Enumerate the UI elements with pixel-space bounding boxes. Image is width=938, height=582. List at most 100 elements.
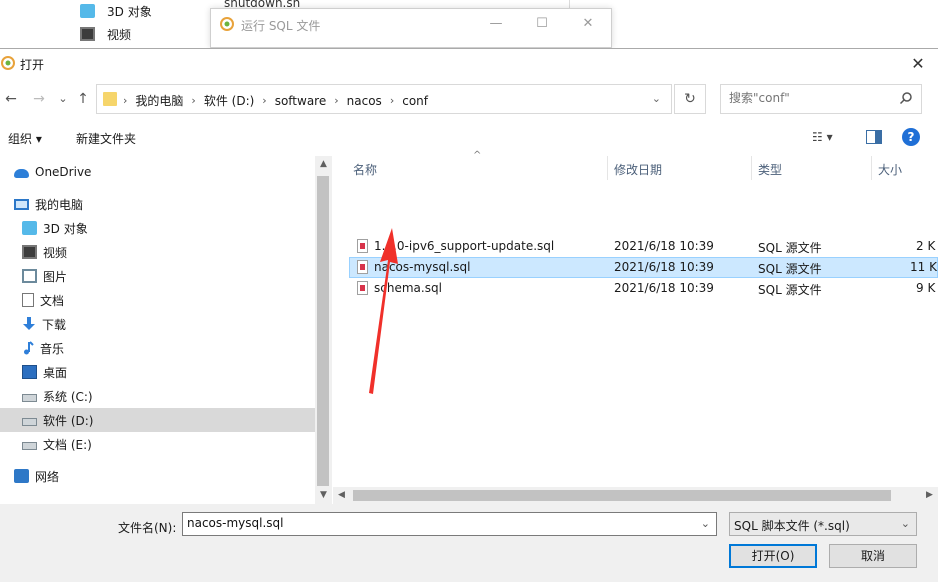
forward-button[interactable]: → <box>30 88 48 110</box>
drive-icon <box>22 418 37 426</box>
filename-combobox[interactable]: ⌄ <box>182 512 717 536</box>
sidebar-item-music[interactable]: 音乐 <box>22 336 64 360</box>
sidebar-item-network[interactable]: 网络 <box>14 464 59 488</box>
dialog-close-button[interactable]: ✕ <box>898 49 938 79</box>
chevron-down-icon: ⌄ <box>900 517 910 530</box>
maximize-button[interactable]: ☐ <box>519 13 565 35</box>
this-pc-icon <box>14 198 29 210</box>
breadcrumb-nacos[interactable]: nacos <box>339 94 390 108</box>
sidebar-item-pictures[interactable]: 图片 <box>22 264 67 288</box>
music-icon <box>24 341 34 355</box>
filename-input[interactable] <box>187 516 687 530</box>
search-input[interactable] <box>729 91 889 105</box>
recent-locations-dropdown[interactable]: ⌄ <box>54 88 72 110</box>
file-type: SQL 源文件 <box>758 262 822 276</box>
documents-icon <box>22 293 34 307</box>
navigation-bar: ← → ⌄ ↑ › 我的电脑 › 软件 (D:) › software › na… <box>0 84 938 114</box>
sidebar-item-videos[interactable]: 视频 <box>22 240 67 264</box>
help-icon[interactable]: ? <box>902 128 920 146</box>
file-modified: 2021/6/18 10:39 <box>614 281 714 295</box>
scroll-down-arrow-icon[interactable]: ▼ <box>315 487 332 504</box>
column-header-modified[interactable]: 修改日期 <box>614 161 662 178</box>
sidebar-item-drive-c[interactable]: 系统 (C:) <box>22 384 93 408</box>
column-header-name[interactable]: 名称 <box>353 161 377 178</box>
drive-icon <box>22 394 37 402</box>
file-row[interactable]: schema.sql 2021/6/18 10:39 SQL 源文件 9 K <box>349 278 938 299</box>
back-button[interactable]: ← <box>2 88 20 110</box>
sql-file-icon <box>357 239 368 253</box>
minimize-button[interactable]: — <box>473 13 519 35</box>
sidebar-item-desktop[interactable]: 桌面 <box>22 360 67 384</box>
sidebar-item-my-computer[interactable]: 我的电脑 <box>14 192 83 216</box>
file-row-selected[interactable]: nacos-mysql.sql 2021/6/18 10:39 SQL 源文件 … <box>349 257 938 278</box>
scroll-right-arrow-icon[interactable]: ▶ <box>921 487 938 504</box>
sidebar-item-downloads[interactable]: 下载 <box>22 312 66 336</box>
file-type-filter-value: SQL 脚本文件 (*.sql) <box>734 519 850 533</box>
file-name: schema.sql <box>374 281 442 295</box>
breadcrumb-conf[interactable]: conf <box>394 94 436 108</box>
file-name: 1.4.0-ipv6_support-update.sql <box>374 239 555 253</box>
sort-ascending-icon: ^ <box>473 150 482 161</box>
desktop-icon <box>22 365 37 379</box>
toolbar: 组织 ▾ 新建文件夹 ☷ ▾ ? <box>0 122 938 152</box>
navicat-logo-icon <box>220 17 234 31</box>
file-size: 9 K <box>916 281 936 295</box>
folder-icon <box>103 92 117 106</box>
dialog-title: 打开 <box>20 58 45 72</box>
column-divider[interactable] <box>871 156 872 180</box>
drive-icon <box>22 442 37 450</box>
bg-item-3d-objects[interactable]: 3D 对象 <box>80 0 152 22</box>
videos-icon <box>22 245 37 259</box>
chevron-down-icon[interactable]: ⌄ <box>652 92 661 105</box>
scroll-left-arrow-icon[interactable]: ◀ <box>333 487 350 504</box>
column-divider[interactable] <box>751 156 752 180</box>
sidebar-item-documents[interactable]: 文档 <box>22 288 64 312</box>
sidebar-item-drive-d[interactable]: 软件 (D:) <box>0 408 315 432</box>
video-icon <box>80 27 95 41</box>
up-button[interactable]: ↑ <box>74 88 92 110</box>
file-list: ^ 名称 修改日期 类型 大小 1.4.0-ipv6_support-updat… <box>333 150 938 504</box>
file-row[interactable]: 1.4.0-ipv6_support-update.sql 2021/6/18 … <box>349 236 938 257</box>
scrollbar-thumb[interactable] <box>317 176 329 486</box>
filename-label: 文件名(N): <box>118 521 177 535</box>
pictures-icon <box>22 269 37 283</box>
open-button[interactable]: 打开(O) <box>729 544 817 568</box>
breadcrumb-my-computer[interactable]: 我的电脑 <box>127 92 191 109</box>
chevron-down-icon[interactable]: ⌄ <box>701 517 710 530</box>
new-folder-button[interactable]: 新建文件夹 <box>76 130 136 147</box>
address-bar[interactable]: › 我的电脑 › 软件 (D:) › software › nacos › co… <box>96 84 672 114</box>
file-size: 11 K <box>910 260 937 274</box>
sql-file-icon <box>357 281 368 295</box>
bg-item-videos[interactable]: 视频 <box>80 23 131 45</box>
horizontal-scrollbar[interactable]: ◀ ▶ <box>333 487 938 504</box>
file-type-filter[interactable]: SQL 脚本文件 (*.sql) ⌄ <box>729 512 917 536</box>
preview-pane-icon[interactable] <box>866 130 882 144</box>
scroll-up-arrow-icon[interactable]: ▲ <box>315 156 332 173</box>
breadcrumb-drive-d[interactable]: 软件 (D:) <box>196 92 262 109</box>
breadcrumb-software[interactable]: software <box>267 94 335 108</box>
cancel-button[interactable]: 取消 <box>829 544 917 568</box>
file-size: 2 K <box>916 239 936 253</box>
close-button[interactable]: ✕ <box>565 13 611 35</box>
background-explorer-sidebar: 3D 对象 视频 <box>46 0 211 48</box>
sidebar-item-3d-objects[interactable]: 3D 对象 <box>22 216 88 240</box>
refresh-button[interactable]: ↻ <box>674 84 706 114</box>
file-type: SQL 源文件 <box>758 241 822 255</box>
organize-button[interactable]: 组织 ▾ <box>8 130 42 147</box>
sidebar-item-onedrive[interactable]: OneDrive <box>14 160 91 184</box>
column-divider[interactable] <box>607 156 608 180</box>
run-sql-window-title: 运行 SQL 文件 <box>241 19 321 33</box>
column-headers: ^ 名称 修改日期 类型 大小 <box>333 150 938 180</box>
sidebar-item-drive-e[interactable]: 文档 (E:) <box>22 432 92 456</box>
file-name: nacos-mysql.sql <box>374 260 471 274</box>
scrollbar-thumb[interactable] <box>353 490 891 501</box>
3d-objects-icon <box>22 221 37 235</box>
search-box[interactable] <box>720 84 922 114</box>
file-modified: 2021/6/18 10:39 <box>614 239 714 253</box>
sidebar-scrollbar[interactable]: ▲ ▼ <box>315 156 332 504</box>
file-modified: 2021/6/18 10:39 <box>614 260 714 274</box>
column-header-type[interactable]: 类型 <box>758 161 782 178</box>
column-header-size[interactable]: 大小 <box>878 161 902 178</box>
search-icon[interactable] <box>899 91 913 105</box>
view-options-icon[interactable]: ☷ ▾ <box>812 130 833 144</box>
